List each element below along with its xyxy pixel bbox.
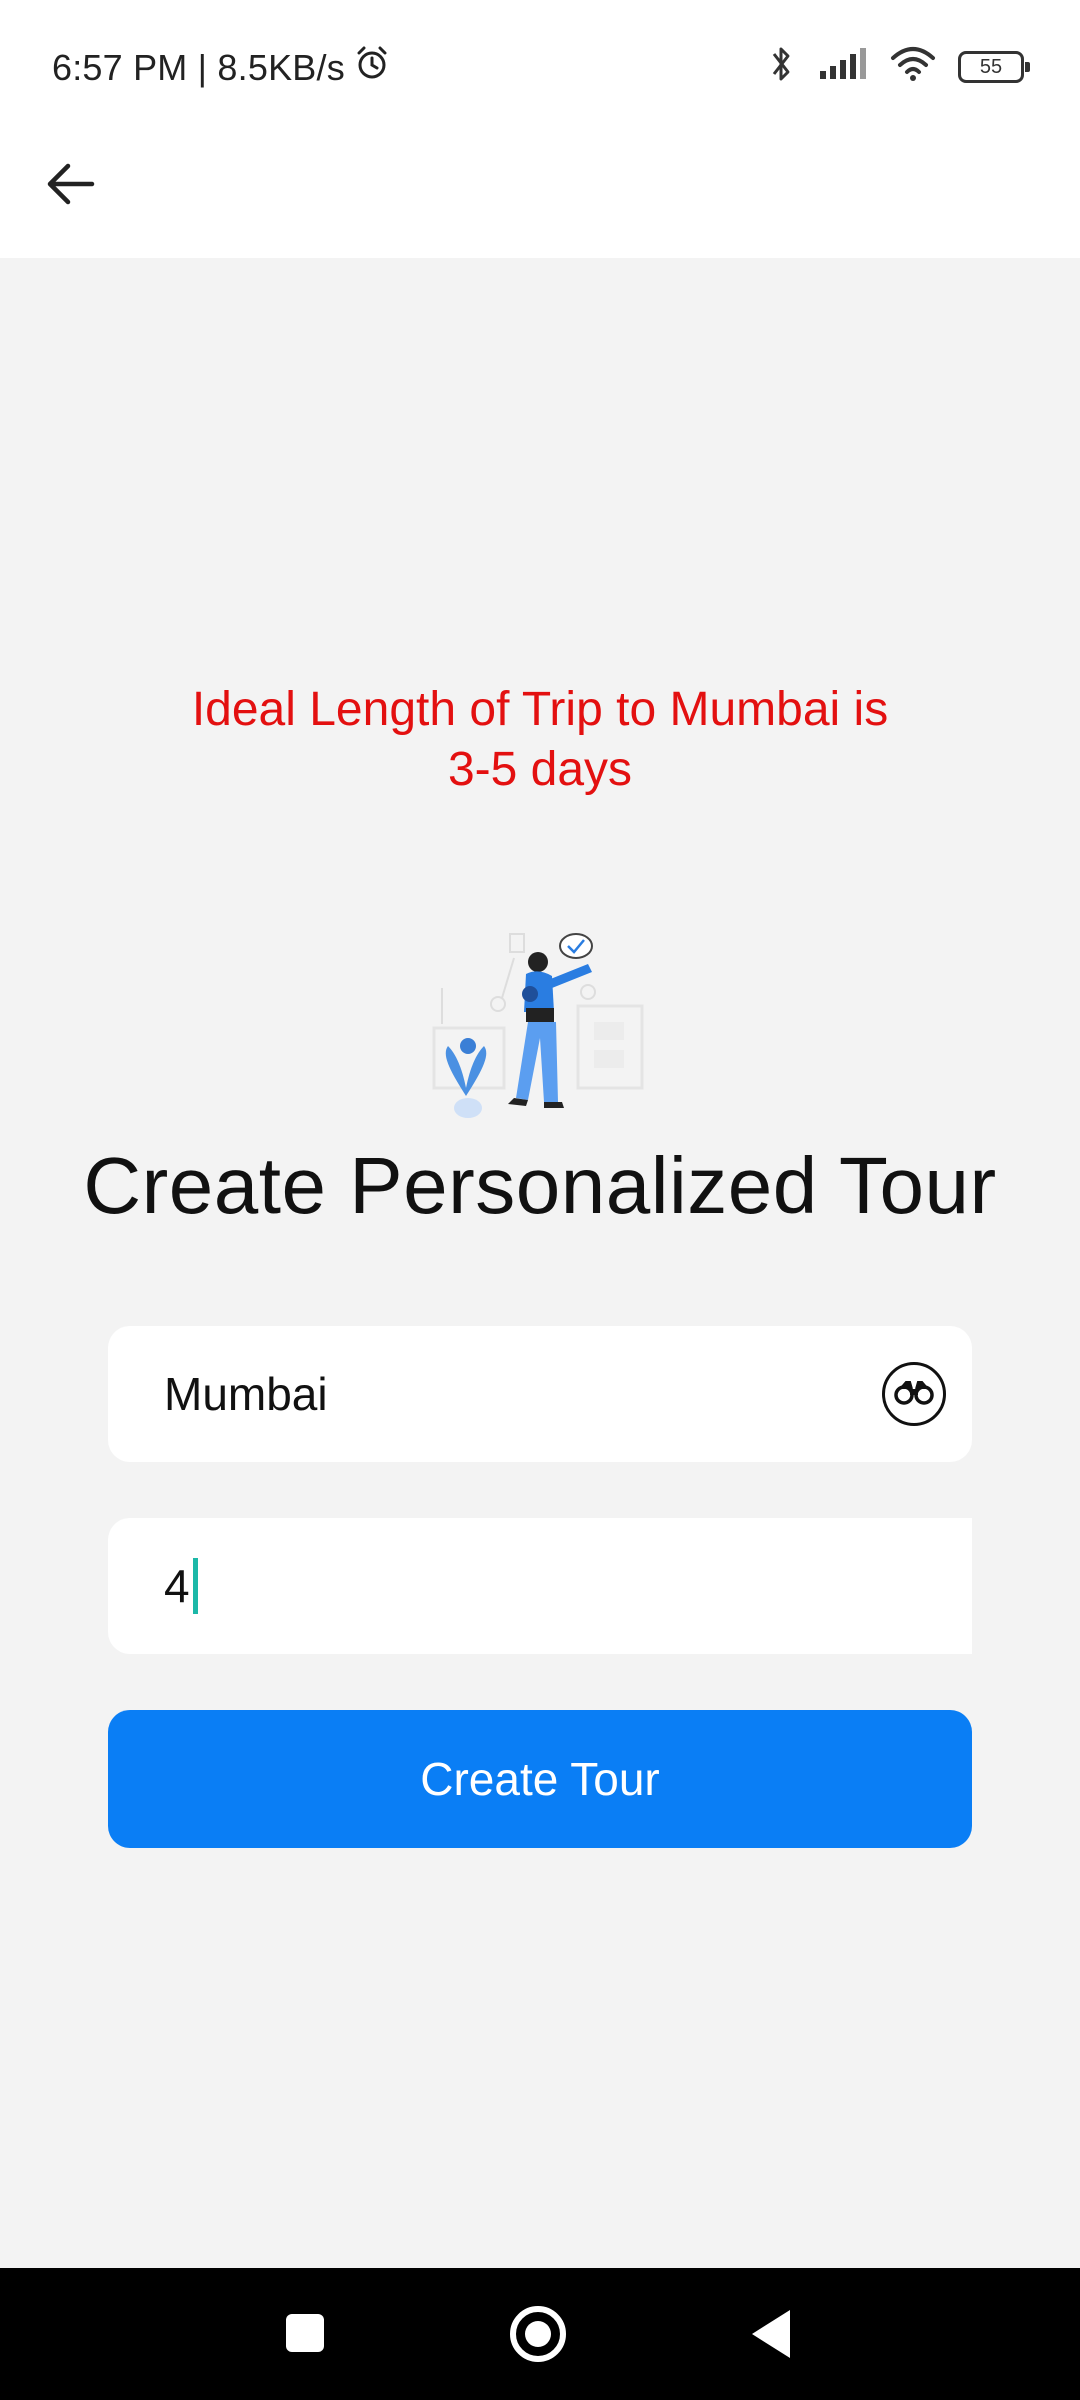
alarm-icon xyxy=(353,44,391,91)
recents-button[interactable] xyxy=(286,2314,324,2352)
create-tour-button[interactable]: Create Tour xyxy=(108,1710,972,1848)
hint-line-1: Ideal Length of Trip to Mumbai is xyxy=(191,683,889,736)
navigation-bar xyxy=(0,2268,1080,2400)
wifi-icon xyxy=(890,46,936,87)
status-bar: 6:57 PM | 8.5KB/s 55 xyxy=(0,0,1080,132)
days-value: 4 xyxy=(164,1560,190,1612)
back-button[interactable] xyxy=(30,146,110,226)
explore-city-button[interactable] xyxy=(882,1362,946,1426)
status-left: 6:57 PM | 8.5KB/s xyxy=(52,44,391,91)
arrow-left-icon xyxy=(44,161,96,212)
battery-icon: 55 xyxy=(958,50,1030,83)
ideal-length-hint: Ideal Length of Trip to Mumbai is 3-5 da… xyxy=(100,680,980,800)
city-value: Mumbai xyxy=(164,1368,328,1420)
tour-illustration xyxy=(428,928,650,1126)
status-right: 55 xyxy=(766,44,1030,89)
page-title: Create Personalized Tour xyxy=(83,1141,997,1230)
app-bar xyxy=(0,132,1080,258)
system-back-button[interactable] xyxy=(752,2310,790,2358)
text-cursor xyxy=(192,1557,198,1614)
signal-icon xyxy=(818,47,868,86)
days-input[interactable]: 4 xyxy=(108,1518,972,1654)
status-time-speed: 6:57 PM | 8.5KB/s xyxy=(52,46,345,88)
bluetooth-icon xyxy=(766,44,796,89)
hint-line-2: 3-5 days xyxy=(447,743,633,796)
binoculars-icon xyxy=(894,1379,934,1410)
days-value-wrapper: 4 xyxy=(164,1518,198,1654)
home-button[interactable] xyxy=(510,2306,566,2362)
battery-level: 55 xyxy=(979,55,1003,78)
city-search-field[interactable]: Mumbai xyxy=(108,1326,972,1462)
